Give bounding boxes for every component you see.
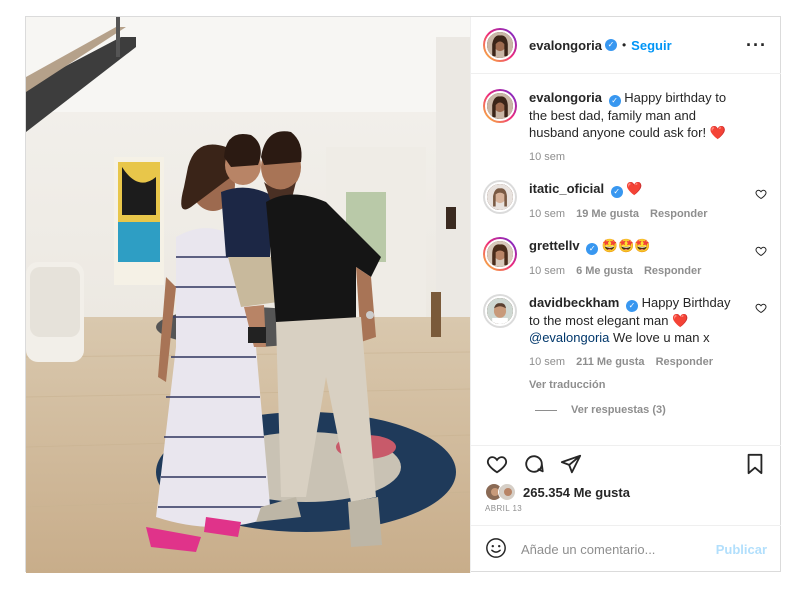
comment-emoji: ❤️ [672,313,689,328]
comment-username[interactable]: itatic_oficial [529,181,604,196]
comment-likes[interactable]: 211 Me gusta [576,354,644,371]
liker-avatar[interactable] [498,483,516,501]
comment-likes[interactable]: 19 Me gusta [576,206,639,223]
comment-item: grettellv ✓ 🤩🤩🤩 10 sem 6 Me gusta Respon… [483,237,769,280]
like-heart-icon[interactable] [485,452,509,476]
author-avatar[interactable] [483,28,517,62]
author-username[interactable]: evalongoria [529,38,602,53]
likes-count[interactable]: 265.354 Me gusta [523,485,630,500]
commenter-avatar[interactable] [483,294,517,328]
verified-badge-icon: ✓ [586,243,599,255]
follow-button[interactable]: Seguir [631,38,671,53]
comment-emoji: 🤩🤩🤩 [601,238,651,253]
replies-divider-line [535,409,557,411]
verified-badge-icon: ✓ [604,39,617,51]
post-photo[interactable] [26,17,470,573]
comment-emoji: ❤️ [626,181,643,196]
family-photo-illustration [26,17,470,573]
view-replies-label: Ver respuestas (3) [571,404,666,416]
commenter-avatar[interactable] [483,237,517,271]
verified-badge-icon: ✓ [608,95,621,107]
comment-time[interactable]: 10 sem [529,206,565,223]
reply-button[interactable]: Responder [644,263,701,280]
save-bookmark-icon[interactable] [743,452,767,476]
like-comment-heart-icon[interactable] [755,188,767,200]
comment-time[interactable]: 10 sem [529,354,565,371]
comment-username[interactable]: grettellv [529,238,580,253]
comment-item: davidbeckham ✓ Happy Birthday to the mos… [483,294,769,394]
like-comment-heart-icon[interactable] [755,245,767,257]
reply-button[interactable]: Responder [656,354,713,371]
commenter-avatar[interactable] [483,180,517,214]
comments-list[interactable]: evalongoria ✓ Happy birthday to the best… [471,75,781,445]
add-comment-bar: Publicar [471,525,781,573]
like-comment-heart-icon[interactable] [755,302,767,314]
comment-bubble-icon[interactable] [522,452,546,476]
caption: evalongoria ✓ Happy birthday to the best… [483,89,769,166]
caption-time[interactable]: 10 sem [529,149,565,166]
comment-likes[interactable]: 6 Me gusta [576,263,633,280]
comment-input[interactable] [521,542,716,557]
view-replies-button[interactable]: Ver respuestas (3) [535,404,769,416]
reply-button[interactable]: Responder [650,206,707,223]
caption-username[interactable]: evalongoria [529,90,602,105]
share-paper-plane-icon[interactable] [559,452,583,476]
separator-dot: • [621,38,627,52]
more-horizontal-icon[interactable]: ··· [746,36,767,54]
see-translation-link[interactable]: Ver traducción [529,377,741,394]
comment-username[interactable]: davidbeckham [529,295,619,310]
post-date[interactable]: ABRIL 13 [485,504,522,513]
post-side-panel: evalongoria ✓ • Seguir ··· evalongoria ✓ [470,17,781,573]
emoji-smiley-icon[interactable] [485,537,507,562]
comment-text-after: We love u man x [613,330,710,345]
comment-time[interactable]: 10 sem [529,263,565,280]
post-header: evalongoria ✓ • Seguir ··· [471,17,781,74]
comment-mention-link[interactable]: @evalongoria [529,330,609,345]
post-actions-bar [471,445,781,481]
caption-avatar[interactable] [483,89,517,123]
verified-badge-icon: ✓ [625,300,638,312]
likes-summary: 265.354 Me gusta [485,483,630,501]
instagram-post: evalongoria ✓ • Seguir ··· evalongoria ✓ [25,16,781,573]
publish-button[interactable]: Publicar [716,542,767,557]
verified-badge-icon: ✓ [610,186,623,198]
comment-item: itatic_oficial ✓ ❤️ 10 sem 19 Me gusta R… [483,180,769,223]
caption-emoji: ❤️ [709,125,726,140]
